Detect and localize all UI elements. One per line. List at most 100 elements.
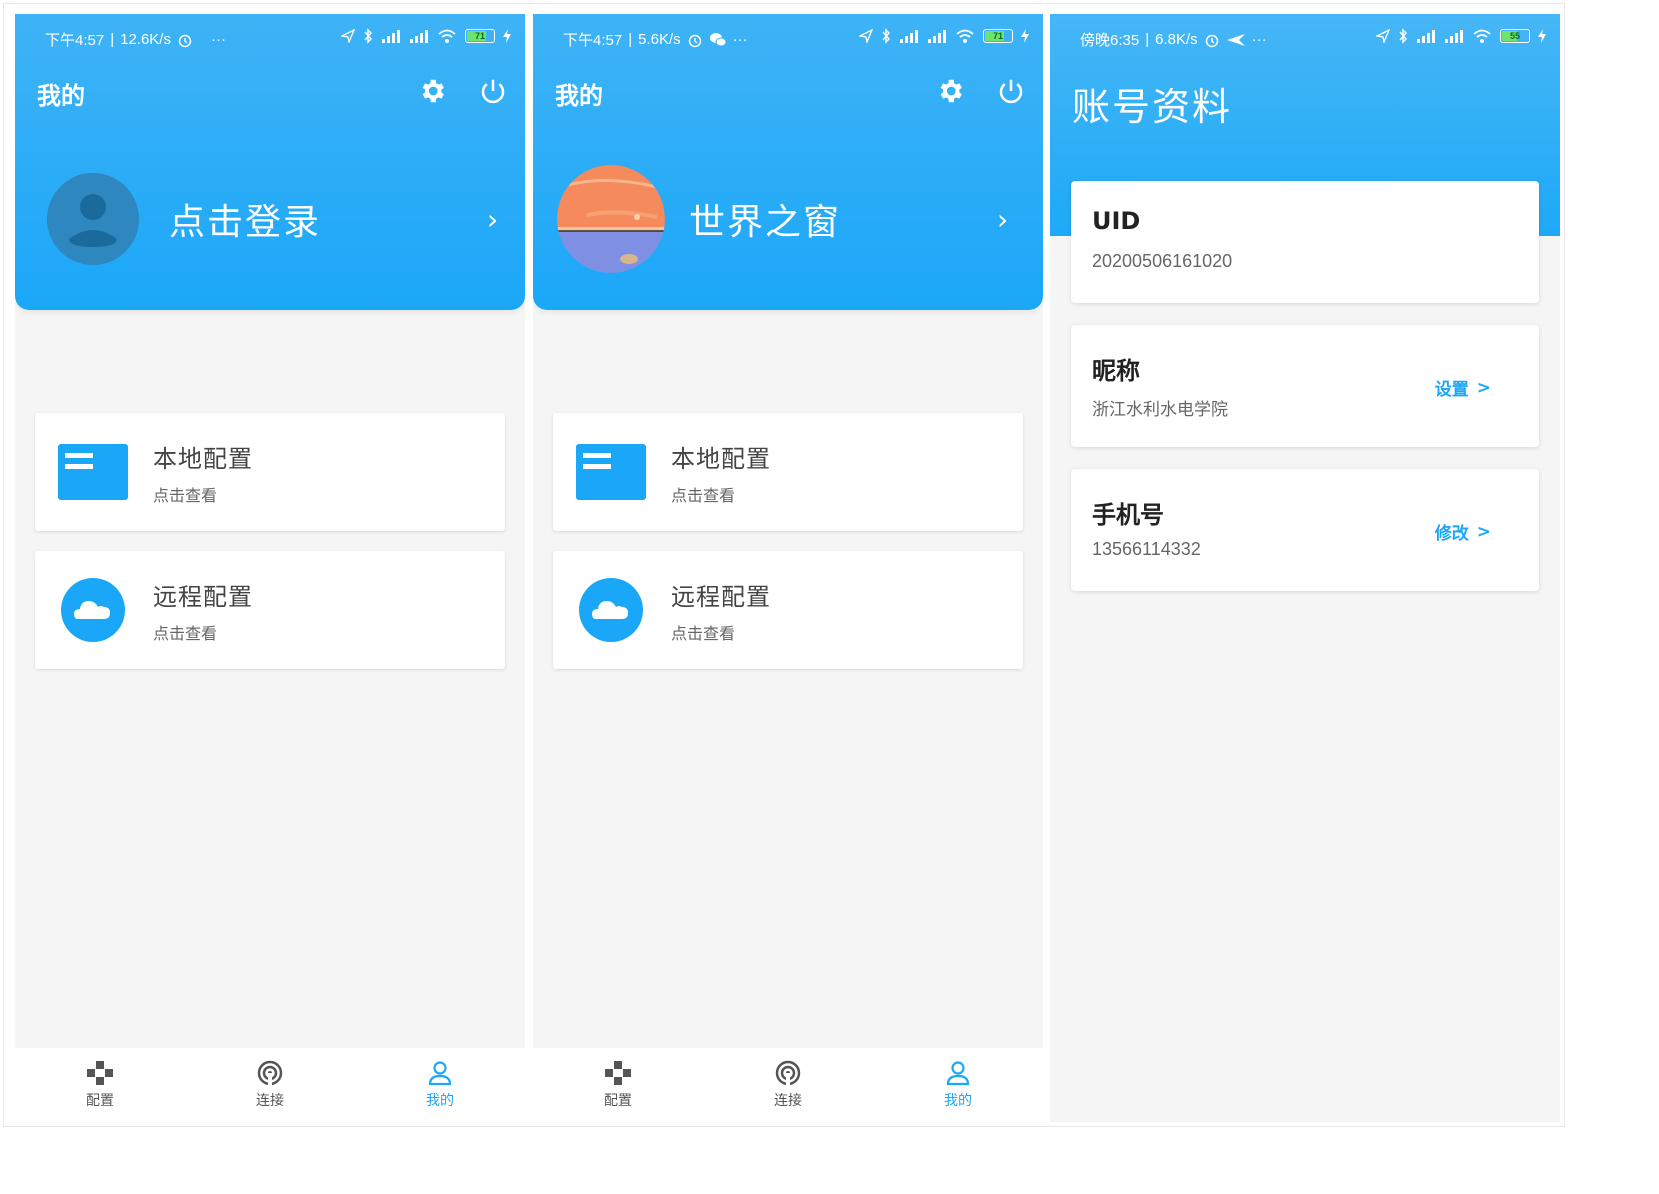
wifi-icon xyxy=(438,29,456,43)
chevron-right-icon: > xyxy=(1476,521,1491,542)
screen-my-logged-out: 下午4:57 | 12.6K/s ··· 71 我的 点击登录 › 本地配置 点… xyxy=(15,14,525,1122)
card-title: 本地配置 xyxy=(153,444,253,473)
chevron-right-icon: › xyxy=(997,202,1009,236)
cloud-icon xyxy=(57,574,129,646)
nav-label: 连接 xyxy=(256,1093,284,1109)
field-value: 13566114332 xyxy=(1092,539,1201,559)
network-speed: 12.6K/s xyxy=(120,31,171,48)
status-separator: | xyxy=(628,31,633,48)
alarm-icon xyxy=(1205,34,1218,47)
field-label: 昵称 xyxy=(1092,357,1140,385)
nav-label: 配置 xyxy=(604,1093,632,1109)
nav-tab-connect[interactable]: 连接 xyxy=(185,1048,355,1122)
remote-config-card[interactable]: 远程配置 点击查看 xyxy=(35,551,505,669)
local-config-card[interactable]: 本地配置 点击查看 xyxy=(35,413,505,531)
field-label: 手机号 xyxy=(1092,501,1164,529)
gamepad-icon xyxy=(605,1061,631,1085)
status-bar: 下午4:57 | 12.6K/s ··· 71 xyxy=(15,14,525,62)
nav-label: 我的 xyxy=(944,1093,972,1109)
signal-hd-icon xyxy=(1445,30,1463,43)
nav-label: 连接 xyxy=(774,1093,802,1109)
broadcast-icon xyxy=(257,1060,283,1086)
set-nickname-button[interactable]: 设置 > xyxy=(1434,375,1491,401)
charging-icon xyxy=(1538,29,1546,43)
battery-icon: 71 xyxy=(983,29,1013,43)
chevron-right-icon: › xyxy=(487,202,499,236)
broadcast-icon xyxy=(775,1060,801,1086)
nav-tab-mine[interactable]: 我的 xyxy=(355,1048,525,1122)
network-speed: 5.6K/s xyxy=(638,31,681,48)
status-separator: | xyxy=(1145,31,1150,48)
nav-tab-mine[interactable]: 我的 xyxy=(873,1048,1043,1122)
screen-my-logged-in: 下午4:57 | 5.6K/s ··· 71 我的 世界之窗 › 本地配置 点击… xyxy=(533,14,1043,1122)
status-bar: 傍晚6:35 | 6.8K/s ··· 55 xyxy=(1050,14,1560,62)
folder-icon xyxy=(575,436,647,508)
bluetooth-icon xyxy=(364,28,372,44)
signal-hd-icon xyxy=(410,30,428,43)
nav-label: 配置 xyxy=(86,1093,114,1109)
field-value: 20200506161020 xyxy=(1092,251,1233,271)
status-right: 71 xyxy=(341,28,511,44)
status-time: 下午4:57 xyxy=(45,32,105,49)
local-config-card[interactable]: 本地配置 点击查看 xyxy=(553,413,1023,531)
chevron-right-icon: > xyxy=(1476,377,1491,398)
card-title: 本地配置 xyxy=(671,444,771,473)
user-icon xyxy=(946,1061,970,1086)
edit-phone-button[interactable]: 修改 > xyxy=(1434,519,1491,545)
user-icon xyxy=(428,1061,452,1086)
nav-tab-connect[interactable]: 连接 xyxy=(703,1048,873,1122)
card-title: 远程配置 xyxy=(153,582,253,611)
page-title: 账号资料 xyxy=(1072,85,1233,129)
signal-icon xyxy=(900,30,918,43)
card-subtitle: 点击查看 xyxy=(153,623,218,643)
status-time: 傍晚6:35 xyxy=(1080,32,1140,49)
nav-tab-config[interactable]: 配置 xyxy=(15,1048,185,1122)
login-prompt: 点击登录 xyxy=(169,202,322,243)
header: 下午4:57 | 12.6K/s ··· 71 我的 点击登录 › xyxy=(15,14,525,310)
cloud-icon xyxy=(575,574,647,646)
bottom-nav: 配置 连接 我的 xyxy=(15,1048,525,1122)
remote-config-card[interactable]: 远程配置 点击查看 xyxy=(553,551,1023,669)
location-icon xyxy=(1376,29,1390,43)
bluetooth-icon xyxy=(882,28,890,44)
send-icon xyxy=(1226,33,1245,46)
signal-icon xyxy=(1417,30,1435,43)
bottom-nav: 配置 连接 我的 xyxy=(533,1048,1043,1122)
more-notifications: ··· xyxy=(210,31,226,48)
alarm-icon xyxy=(688,34,701,47)
uid-card: UID 20200506161020 xyxy=(1071,181,1539,303)
alarm-icon xyxy=(178,34,192,47)
battery-icon: 55 xyxy=(1500,29,1530,43)
login-row[interactable]: 点击登录 › xyxy=(47,164,507,274)
action-label: 修改 xyxy=(1434,524,1469,544)
signal-icon xyxy=(382,30,400,43)
status-bar: 下午4:57 | 5.6K/s ··· 71 xyxy=(533,14,1043,62)
card-subtitle: 点击查看 xyxy=(671,623,736,643)
status-separator: | xyxy=(110,31,115,48)
battery-level: 71 xyxy=(474,31,485,41)
username: 世界之窗 xyxy=(689,202,842,243)
nav-tab-config[interactable]: 配置 xyxy=(533,1048,703,1122)
default-avatar-icon xyxy=(47,173,139,265)
more-notifications: ··· xyxy=(1251,31,1267,48)
charging-icon xyxy=(503,29,511,43)
action-label: 设置 xyxy=(1434,380,1469,400)
power-icon[interactable] xyxy=(478,76,508,106)
status-right: 55 xyxy=(1376,28,1546,44)
wechat-icon xyxy=(709,32,727,46)
user-avatar xyxy=(557,165,665,273)
status-left: 下午4:57 | 5.6K/s ··· xyxy=(563,29,748,50)
header: 下午4:57 | 5.6K/s ··· 71 我的 世界之窗 › xyxy=(533,14,1043,310)
profile-row[interactable]: 世界之窗 › xyxy=(557,164,1017,274)
nav-label: 我的 xyxy=(426,1093,454,1109)
wifi-icon xyxy=(1473,29,1491,43)
network-speed: 6.8K/s xyxy=(1155,31,1198,48)
field-label: UID xyxy=(1092,207,1141,235)
phone-card: 手机号 13566114332 修改 > xyxy=(1071,469,1539,591)
location-icon xyxy=(341,29,355,43)
settings-gear-icon[interactable] xyxy=(417,76,447,106)
card-subtitle: 点击查看 xyxy=(671,485,736,505)
settings-gear-icon[interactable] xyxy=(935,76,965,106)
screenshot-frame: 下午4:57 | 12.6K/s ··· 71 我的 点击登录 › 本地配置 点… xyxy=(3,3,1565,1127)
power-icon[interactable] xyxy=(996,76,1026,106)
